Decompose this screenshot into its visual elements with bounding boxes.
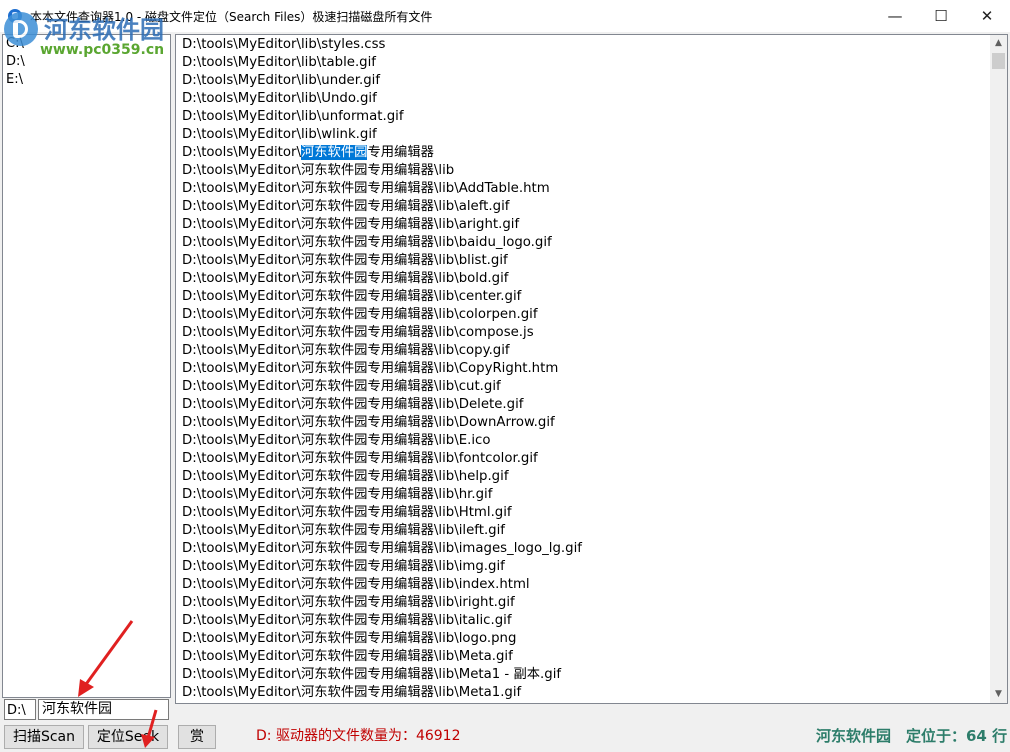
file-row[interactable]: D:\tools\MyEditor\河东软件园专用编辑器\lib\copy.gi…: [182, 342, 582, 360]
file-row[interactable]: D:\tools\MyEditor\lib\unformat.gif: [182, 108, 582, 126]
drive-input[interactable]: D:\: [4, 699, 36, 720]
file-row[interactable]: D:\tools\MyEditor\河东软件园专用编辑器\lib\fontcol…: [182, 450, 582, 468]
file-row[interactable]: D:\tools\MyEditor\河东软件园专用编辑器\lib\blist.g…: [182, 252, 582, 270]
file-row[interactable]: D:\tools\MyEditor\河东软件园专用编辑器\lib\CopyRig…: [182, 360, 582, 378]
file-row[interactable]: D:\tools\MyEditor\河东软件园专用编辑器\lib\Html.gi…: [182, 504, 582, 522]
close-button[interactable]: ✕: [964, 0, 1010, 32]
status-located-line: 定位于：64 行: [906, 727, 1008, 745]
file-row[interactable]: D:\tools\MyEditor\河东软件园专用编辑器\lib\bold.gi…: [182, 270, 582, 288]
scroll-down-icon[interactable]: ▼: [990, 686, 1007, 703]
file-row[interactable]: D:\tools\MyEditor\lib\under.gif: [182, 72, 582, 90]
file-row[interactable]: D:\tools\MyEditor\河东软件园专用编辑器\lib\cut.gif: [182, 378, 582, 396]
seek-button[interactable]: 定位Seek: [88, 725, 168, 749]
file-row[interactable]: D:\tools\MyEditor\河东软件园专用编辑器\lib\img.gif: [182, 558, 582, 576]
app-icon: [8, 9, 22, 23]
window-title: 本本文件查询器1.0 - 磁盘文件定位（Search Files）极速扫描磁盘所…: [30, 10, 433, 24]
file-row[interactable]: D:\tools\MyEditor\河东软件园专用编辑器\lib\center.…: [182, 288, 582, 306]
file-row[interactable]: D:\tools\MyEditor\河东软件园专用编辑器\lib\hr.gif: [182, 486, 582, 504]
file-row[interactable]: D:\tools\MyEditor\河东软件园专用编辑器\lib\index.h…: [182, 576, 582, 594]
file-row[interactable]: D:\tools\MyEditor\lib\wlink.gif: [182, 126, 582, 144]
file-row[interactable]: D:\tools\MyEditor\河东软件园专用编辑器\lib\Meta.gi…: [182, 648, 582, 666]
scan-button[interactable]: 扫描Scan: [4, 725, 84, 749]
maximize-icon: ☐: [934, 7, 948, 25]
file-row[interactable]: D:\tools\MyEditor\河东软件园专用编辑器\lib\ileft.g…: [182, 522, 582, 540]
file-row[interactable]: D:\tools\MyEditor\河东软件园专用编辑器\lib\aleft.g…: [182, 198, 582, 216]
maximize-button[interactable]: ☐: [918, 0, 964, 32]
file-row[interactable]: D:\tools\MyEditor\河东软件园专用编辑器\lib\images_…: [182, 540, 582, 558]
close-icon: ✕: [980, 7, 994, 25]
reward-button[interactable]: 赏: [178, 725, 216, 749]
file-row[interactable]: D:\tools\MyEditor\河东软件园专用编辑器\lib\DownArr…: [182, 414, 582, 432]
drive-item[interactable]: C:\: [3, 35, 170, 53]
file-row[interactable]: D:\tools\MyEditor\河东软件园专用编辑器\lib\baidu_l…: [182, 234, 582, 252]
file-row[interactable]: D:\tools\MyEditor\河东软件园专用编辑器\lib\E.ico: [182, 432, 582, 450]
file-row[interactable]: D:\tools\MyEditor\lib\styles.css: [182, 36, 582, 54]
file-row[interactable]: D:\tools\MyEditor\河东软件园专用编辑器\lib\Meta1 -…: [182, 666, 582, 684]
drive-item[interactable]: E:\: [3, 71, 170, 89]
file-row[interactable]: D:\tools\MyEditor\河东软件园专用编辑器\lib\Meta1.g…: [182, 684, 582, 702]
drive-item[interactable]: D:\: [3, 53, 170, 71]
status-brand: 河东软件园: [816, 727, 892, 745]
file-row[interactable]: D:\tools\MyEditor\河东软件园专用编辑器\lib\compose…: [182, 324, 582, 342]
file-row[interactable]: D:\tools\MyEditor\河东软件园专用编辑器\lib\aright.…: [182, 216, 582, 234]
file-row[interactable]: D:\tools\MyEditor\河东软件园专用编辑器\lib\help.gi…: [182, 468, 582, 486]
file-row[interactable]: D:\tools\MyEditor\lib\table.gif: [182, 54, 582, 72]
search-input[interactable]: 河东软件园: [38, 699, 169, 720]
file-row[interactable]: D:\tools\MyEditor\河东软件园专用编辑器: [182, 144, 582, 162]
file-row[interactable]: D:\tools\MyEditor\河东软件园专用编辑器\lib\Delete.…: [182, 396, 582, 414]
file-row[interactable]: D:\tools\MyEditor\河东软件园专用编辑器\lib: [182, 162, 582, 180]
file-list-panel[interactable]: D:\tools\MyEditor\lib\styles.css D:\tools…: [175, 34, 1008, 704]
scroll-up-icon[interactable]: ▲: [990, 35, 1007, 52]
selected-text: 河东软件园: [300, 145, 368, 160]
scroll-thumb[interactable]: [992, 53, 1005, 69]
file-row[interactable]: D:\tools\MyEditor\lib\Undo.gif: [182, 90, 582, 108]
file-row[interactable]: D:\tools\MyEditor\河东软件园专用编辑器\lib\AddTabl…: [182, 180, 582, 198]
drive-list[interactable]: C:\ D:\ E:\: [2, 34, 171, 698]
minimize-icon: —: [887, 7, 903, 25]
file-row[interactable]: D:\tools\MyEditor\河东软件园专用编辑器\lib\italic.…: [182, 612, 582, 630]
file-row[interactable]: D:\tools\MyEditor\河东软件园专用编辑器\lib\logo.pn…: [182, 630, 582, 648]
file-row[interactable]: D:\tools\MyEditor\河东软件园专用编辑器\lib\iright.…: [182, 594, 582, 612]
file-list[interactable]: D:\tools\MyEditor\lib\styles.css D:\tools…: [182, 36, 582, 702]
file-row[interactable]: D:\tools\MyEditor\河东软件园专用编辑器\lib\colorpe…: [182, 306, 582, 324]
title-bar: 本本文件查询器1.0 - 磁盘文件定位（Search Files）极速扫描磁盘所…: [0, 0, 1010, 32]
vertical-scrollbar[interactable]: ▲ ▼: [990, 35, 1007, 703]
status-file-count: D: 驱动器的文件数量为：46912: [256, 728, 461, 744]
minimize-button[interactable]: —: [872, 0, 918, 32]
